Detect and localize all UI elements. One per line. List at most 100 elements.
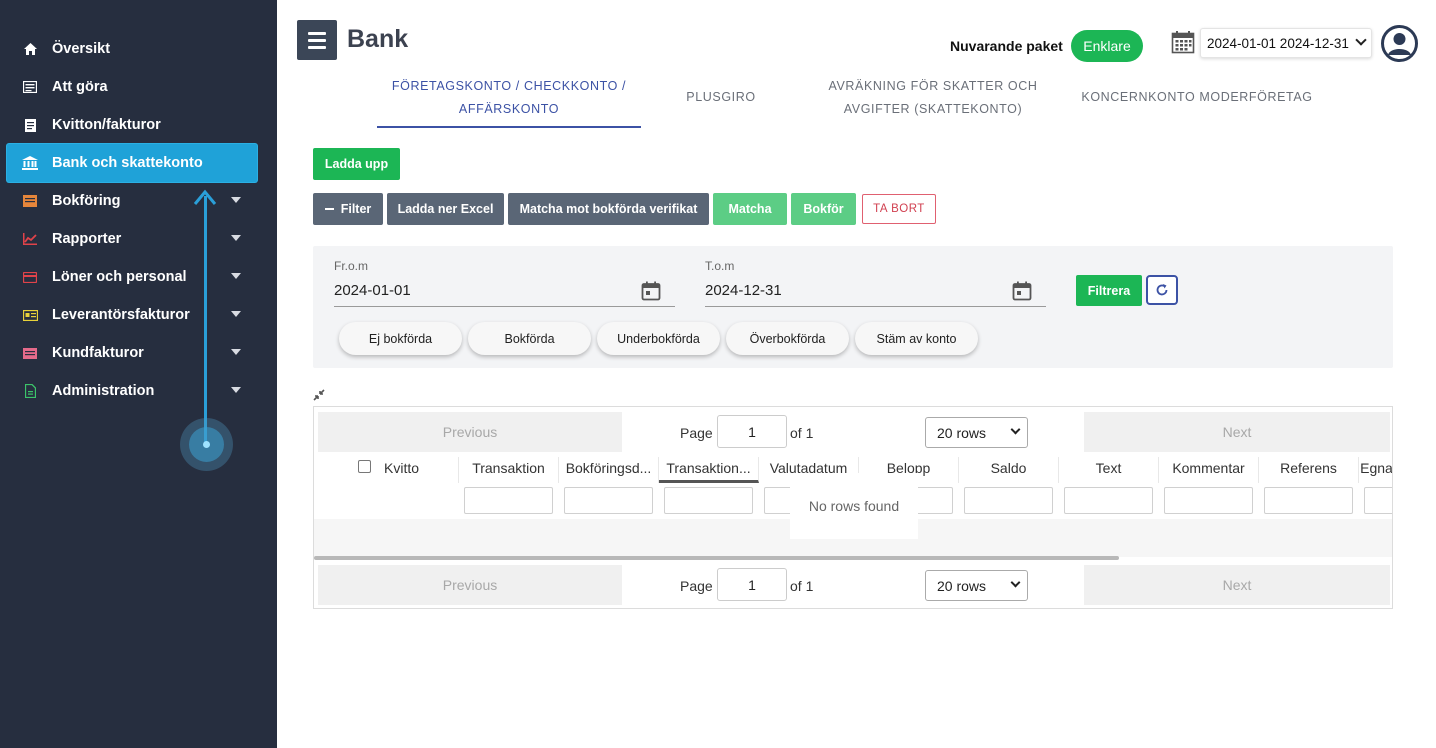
from-date-label: Fr.o.m xyxy=(334,259,369,273)
column-bokforingsdatum[interactable]: Bokföringsd... xyxy=(559,457,659,483)
sidebar-item-label: Administration xyxy=(52,383,155,399)
rows-per-page-select[interactable]: 20 rows xyxy=(925,570,1028,601)
collapse-icon[interactable] xyxy=(313,389,325,401)
minus-icon xyxy=(324,208,334,210)
column-text[interactable]: Text xyxy=(1059,457,1159,483)
sidebar-item-kvitton[interactable]: Kvitton/fakturor xyxy=(7,106,257,144)
touch-indicator-dot xyxy=(203,441,210,448)
customer-invoice-icon xyxy=(22,345,38,361)
filter-input-transaktionsdatum[interactable] xyxy=(664,487,753,514)
select-all-checkbox[interactable] xyxy=(358,460,371,473)
page-number-input[interactable]: 1 xyxy=(717,568,787,601)
tutorial-arrow-line xyxy=(204,196,207,444)
column-transaktionsdatum[interactable]: Transaktion... xyxy=(659,457,759,483)
from-date-input[interactable]: 2024-01-01 xyxy=(334,282,411,299)
sidebar-item-rapporter[interactable]: Rapporter xyxy=(7,220,257,258)
page-label: Page xyxy=(680,578,713,594)
chart-icon xyxy=(22,231,38,247)
column-egna[interactable]: Egna xyxy=(1359,457,1392,483)
sidebar-item-loner-och-personal[interactable]: Löner och personal xyxy=(7,258,257,296)
refresh-button[interactable] xyxy=(1146,275,1178,305)
date-range-value: 2024-01-01 2024-12-31 xyxy=(1207,35,1349,51)
chevron-down-icon xyxy=(231,197,241,203)
filter-input-transaktion[interactable] xyxy=(464,487,553,514)
column-kommentar[interactable]: Kommentar xyxy=(1159,457,1259,483)
column-kvitto[interactable]: Kvitto xyxy=(379,457,459,483)
tab-label: AFFÄRSKONTO xyxy=(458,102,560,116)
calendar-icon[interactable] xyxy=(1171,30,1195,54)
chevron-down-icon xyxy=(231,273,241,279)
pill-ej-bokforda[interactable]: Ej bokförda xyxy=(339,322,462,355)
next-page-button[interactable]: Next xyxy=(1084,565,1390,605)
column-saldo[interactable]: Saldo xyxy=(959,457,1059,483)
previous-page-button[interactable]: Previous xyxy=(318,565,622,605)
tab-label: KONCERNKONTO MODERFÖRETAG xyxy=(1081,90,1313,104)
tab-koncernkonto[interactable]: KONCERNKONTO MODERFÖRETAG xyxy=(1080,86,1314,109)
pill-stam-av-konto[interactable]: Stäm av konto xyxy=(855,322,978,355)
tab-skattekonto[interactable]: AVRÄKNING FÖR SKATTER OCH AVGIFTER (SKAT… xyxy=(812,75,1054,121)
upload-button[interactable]: Ladda upp xyxy=(313,148,400,180)
sidebar-item-label: Leverantörsfakturor xyxy=(52,307,190,323)
book-button[interactable]: Bokför xyxy=(791,193,856,225)
horizontal-scrollbar[interactable] xyxy=(314,556,1119,560)
hamburger-icon-bar xyxy=(308,45,326,49)
user-avatar-icon[interactable] xyxy=(1381,25,1418,62)
match-button[interactable]: Matcha xyxy=(713,193,787,225)
previous-page-button[interactable]: Previous xyxy=(318,412,622,452)
sidebar-item-label: Översikt xyxy=(52,41,111,57)
tab-plusgiro[interactable]: PLUSGIRO xyxy=(670,86,772,109)
tab-foretagskonto[interactable]: FÖRETAGSKONTO / CHECKKONTO / AFFÄRSKONTO xyxy=(377,75,641,121)
sidebar-item-oversikt[interactable]: Översikt xyxy=(7,30,257,68)
to-date-label: T.o.m xyxy=(705,259,735,273)
tab-label: AVRÄKNING FÖR SKATTER OCH xyxy=(828,79,1038,93)
tab-label: FÖRETAGSKONTO / CHECKKONTO / xyxy=(391,79,627,93)
sidebar-item-label: Bokföring xyxy=(52,193,121,209)
column-referens[interactable]: Referens xyxy=(1259,457,1359,483)
receipt-icon xyxy=(22,117,38,133)
chevron-down-icon xyxy=(1355,34,1367,46)
match-verification-button[interactable]: Matcha mot bokförda verifikat xyxy=(508,193,709,225)
calendar-icon[interactable] xyxy=(641,281,661,301)
filter-input-kommentar[interactable] xyxy=(1164,487,1253,514)
sidebar-item-label: Att göra xyxy=(52,79,108,95)
page-of-label: of 1 xyxy=(790,425,814,441)
calendar-icon[interactable] xyxy=(1012,281,1032,301)
sidebar-item-administration[interactable]: Administration xyxy=(7,372,257,410)
filter-input-text[interactable] xyxy=(1064,487,1153,514)
rows-per-page-value: 20 rows xyxy=(937,424,987,441)
sidebar-item-leverantorsfakturor[interactable]: Leverantörsfakturor xyxy=(7,296,257,334)
chevron-down-icon xyxy=(231,349,241,355)
sidebar-item-bank-och-skattekonto[interactable]: Bank och skattekonto xyxy=(7,144,257,182)
filter-toggle-button[interactable]: Filter xyxy=(313,193,383,225)
home-icon xyxy=(22,41,38,57)
download-excel-button[interactable]: Ladda ner Excel xyxy=(387,193,504,225)
package-badge[interactable]: Enklare xyxy=(1071,30,1143,62)
list-icon xyxy=(22,79,38,95)
menu-toggle-button[interactable] xyxy=(297,20,337,60)
filter-label: Filter xyxy=(340,202,372,216)
filter-input-saldo[interactable] xyxy=(964,487,1053,514)
sidebar-item-bokforing[interactable]: Bokföring xyxy=(7,182,257,220)
chevron-down-icon xyxy=(231,235,241,241)
sidebar-item-att-gora[interactable]: Att göra xyxy=(7,68,257,106)
chevron-down-icon xyxy=(231,311,241,317)
pill-overbokforda[interactable]: Överbokförda xyxy=(726,322,849,355)
sidebar-item-kundfakturor[interactable]: Kundfakturor xyxy=(7,334,257,372)
filter-input-egna[interactable] xyxy=(1364,487,1392,514)
column-transaktion[interactable]: Transaktion xyxy=(459,457,559,483)
arrow-up-icon xyxy=(193,189,217,205)
sidebar-item-label: Löner och personal xyxy=(52,269,187,285)
delete-button[interactable]: TA BORT xyxy=(862,194,936,224)
next-page-button[interactable]: Next xyxy=(1084,412,1390,452)
date-range-select[interactable]: 2024-01-01 2024-12-31 xyxy=(1200,28,1372,58)
rows-per-page-select[interactable]: 20 rows xyxy=(925,417,1028,448)
apply-filter-button[interactable]: Filtrera xyxy=(1076,275,1142,306)
page-number-input[interactable]: 1 xyxy=(717,415,787,448)
pill-underbokforda[interactable]: Underbokförda xyxy=(597,322,720,355)
pill-bokforda[interactable]: Bokförda xyxy=(468,322,591,355)
filter-input-referens[interactable] xyxy=(1264,487,1353,514)
to-date-input[interactable]: 2024-12-31 xyxy=(705,282,782,299)
filter-input-bokforingsdatum[interactable] xyxy=(564,487,653,514)
hamburger-icon xyxy=(308,31,326,35)
sidebar-item-label: Rapporter xyxy=(52,231,122,247)
